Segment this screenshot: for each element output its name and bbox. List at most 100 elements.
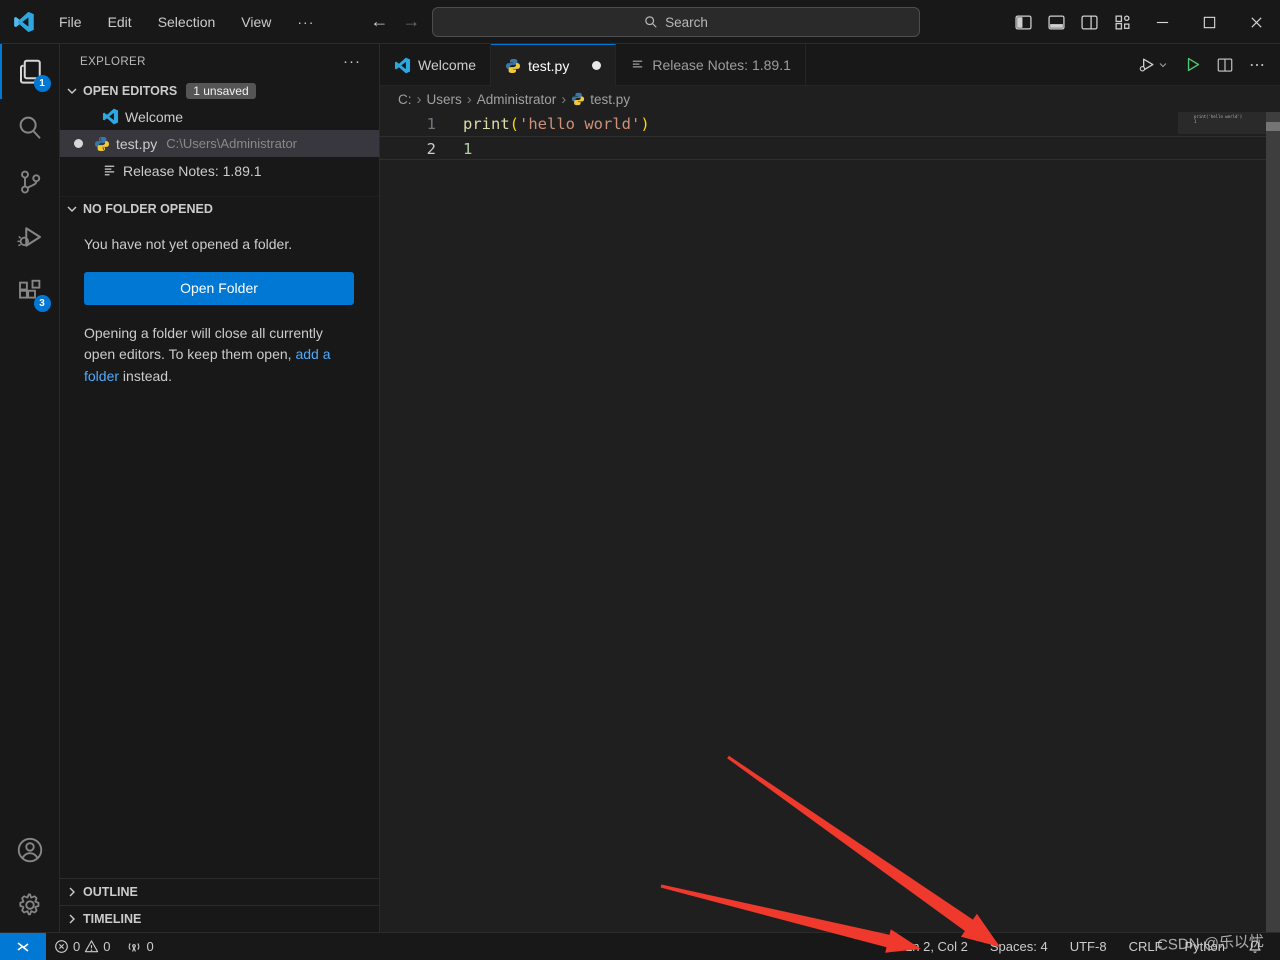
ports-count: 0 (146, 939, 153, 954)
navigate-forward-button[interactable]: → (402, 11, 420, 32)
code-text: print('hello world') (436, 112, 650, 136)
run-python-dropdown-button[interactable] (1137, 55, 1169, 75)
activitybar-source-control[interactable] (0, 154, 60, 209)
search-placeholder: Search (665, 15, 708, 30)
tab-label: Welcome (418, 57, 476, 73)
tab-label: Release Notes: 1.89.1 (652, 57, 791, 73)
menu-view[interactable]: View (231, 10, 281, 34)
chevron-right-icon (64, 911, 80, 927)
explorer-more-actions-button[interactable]: ··· (343, 53, 361, 70)
tab-label: test.py (528, 58, 569, 74)
timeline-label: TIMELINE (83, 912, 141, 926)
code-line-1: 1 print('hello world') (380, 112, 1280, 136)
code-line-2-current: 2 1 (380, 136, 1280, 160)
outline-section-header[interactable]: OUTLINE (60, 878, 379, 905)
timeline-section-header[interactable]: TIMELINE (60, 905, 379, 932)
breadcrumb-file[interactable]: test.py (571, 92, 630, 107)
search-icon (15, 112, 45, 142)
outline-label: OUTLINE (83, 885, 138, 899)
toggle-primary-sidebar-button[interactable] (1007, 0, 1040, 44)
run-debug-icon (15, 222, 45, 252)
code-editor[interactable]: 1 print('hello world') 2 1 print('hello … (380, 112, 1280, 932)
source-control-icon (15, 167, 45, 197)
open-editor-path: C:\Users\Administrator (166, 136, 297, 151)
open-editor-welcome[interactable]: Welcome (60, 103, 379, 130)
errors-icon (54, 939, 69, 954)
encoding-setting[interactable]: UTF-8 (1059, 933, 1118, 960)
open-editor-release-notes[interactable]: Release Notes: 1.89.1 (60, 157, 379, 184)
errors-count: 0 (73, 939, 80, 954)
open-editors-header[interactable]: OPEN EDITORS 1 unsaved (60, 79, 379, 103)
remote-icon (15, 939, 31, 955)
menu-more-button[interactable]: ··· (287, 10, 324, 34)
ports-indicator[interactable]: 0 (118, 933, 161, 960)
remote-indicator[interactable] (0, 933, 46, 960)
breadcrumb-drive[interactable]: C: (398, 92, 412, 107)
close-window-button[interactable] (1233, 0, 1280, 44)
problems-indicator[interactable]: 0 0 (46, 933, 118, 960)
activitybar-accounts[interactable] (0, 822, 60, 877)
release-notes-icon (630, 58, 645, 73)
menu-file[interactable]: File (49, 10, 92, 34)
chevron-down-icon (64, 83, 80, 99)
open-editor-testpy[interactable]: test.py C:\Users\Administrator (60, 130, 379, 157)
note-text: instead. (119, 368, 172, 384)
breadcrumb-users[interactable]: Users (427, 92, 462, 107)
activity-bar: 1 (0, 44, 60, 932)
broadcast-icon (126, 939, 142, 955)
line-number: 2 (380, 137, 436, 159)
no-folder-header[interactable]: NO FOLDER OPENED (60, 196, 379, 220)
navigate-back-button[interactable]: ← (370, 11, 388, 32)
open-editor-label: Welcome (125, 109, 183, 125)
minimize-button[interactable] (1139, 0, 1186, 44)
activitybar-search[interactable] (0, 99, 60, 154)
split-editor-button[interactable] (1216, 56, 1234, 74)
breadcrumb-file-label: test.py (590, 92, 630, 107)
breadcrumb-separator: › (417, 91, 422, 108)
python-icon (571, 92, 585, 106)
status-bar: 0 0 0 Ln 2, Col 2 Spaces: 4 UTF-8 CRLF P… (0, 932, 1280, 960)
warnings-count: 0 (103, 939, 110, 954)
open-editor-label: test.py (116, 136, 157, 152)
indentation-setting[interactable]: Spaces: 4 (979, 933, 1059, 960)
no-folder-message: You have not yet opened a folder. (84, 234, 355, 256)
unsaved-dot[interactable] (592, 61, 601, 70)
chevron-down-icon (64, 201, 80, 217)
activitybar-extensions[interactable]: 3 (0, 264, 60, 319)
chevron-right-icon (64, 884, 80, 900)
menu-edit[interactable]: Edit (98, 10, 142, 34)
vscode-logo-icon (13, 11, 35, 33)
tab-testpy[interactable]: test.py (491, 44, 616, 86)
extensions-badge: 3 (34, 295, 51, 312)
unsaved-count-badge: 1 unsaved (186, 83, 255, 99)
toggle-panel-button[interactable] (1040, 0, 1073, 44)
run-file-button[interactable] (1183, 55, 1202, 74)
tab-welcome[interactable]: Welcome (380, 44, 491, 86)
maximize-button[interactable] (1186, 0, 1233, 44)
cursor-position[interactable]: Ln 2, Col 2 (894, 933, 979, 960)
minimap[interactable]: print('hello world') 1 (1178, 114, 1266, 174)
customize-layout-button[interactable] (1106, 0, 1139, 44)
menu-selection[interactable]: Selection (148, 10, 226, 34)
activitybar-explorer[interactable]: 1 (0, 44, 60, 99)
account-icon (15, 835, 45, 865)
minimap-text: 1 (1194, 119, 1266, 124)
breadcrumb-separator: › (561, 91, 566, 108)
explorer-badge: 1 (34, 75, 51, 92)
activitybar-settings[interactable] (0, 877, 60, 932)
activitybar-run-debug[interactable] (0, 209, 60, 264)
open-editor-label: Release Notes: 1.89.1 (123, 163, 262, 179)
explorer-sidebar: EXPLORER ··· OPEN EDITORS 1 unsaved Welc… (60, 44, 380, 932)
editor-more-actions-button[interactable] (1248, 56, 1266, 74)
vscode-logo-icon (102, 108, 119, 125)
editor-scrollbar[interactable] (1266, 112, 1280, 932)
vscode-window: File Edit Selection View ··· ← → Search (0, 0, 1280, 960)
editor-group: Welcome test.py Release Notes: 1.89.1 (380, 44, 1280, 932)
open-folder-button[interactable]: Open Folder (84, 272, 354, 305)
menu-bar: File Edit Selection View ··· (49, 10, 324, 34)
sidebar-title: EXPLORER (80, 56, 146, 68)
breadcrumb-administrator[interactable]: Administrator (477, 92, 557, 107)
tab-release-notes[interactable]: Release Notes: 1.89.1 (616, 44, 806, 86)
toggle-secondary-sidebar-button[interactable] (1073, 0, 1106, 44)
command-center-search[interactable]: Search (432, 7, 920, 37)
